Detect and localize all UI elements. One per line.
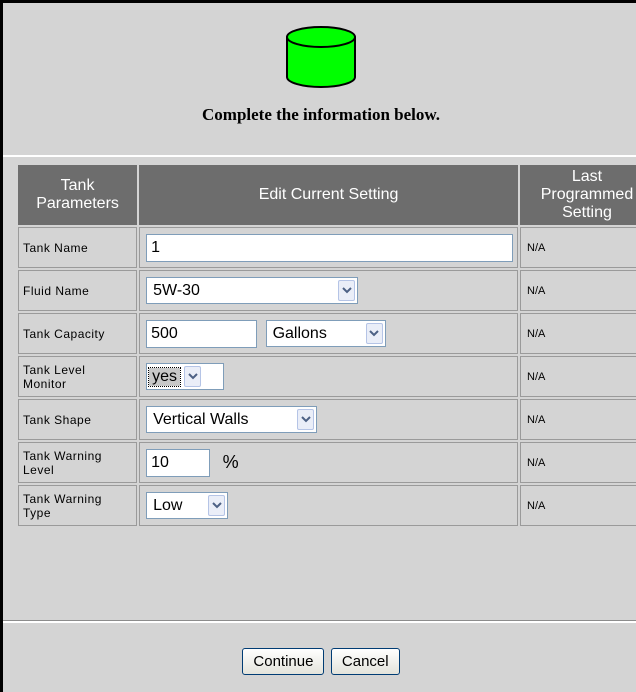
- divider-bottom: [3, 621, 636, 623]
- column-header-parameters-line2: Parameters: [36, 195, 119, 212]
- tank-shape-select[interactable]: Vertical Walls: [146, 406, 318, 433]
- header-area: Complete the information below.: [3, 3, 636, 155]
- tank-level-monitor-select[interactable]: yes: [146, 363, 225, 390]
- row-label-tank-shape: Tank Shape: [18, 399, 138, 440]
- row-label-tank-warning-type: Tank Warning Type: [18, 485, 138, 526]
- row-label-line1: Tank Warning: [23, 491, 102, 506]
- table-row: Tank Warning Type Low N/A: [18, 485, 636, 526]
- edit-cell: Vertical Walls: [139, 399, 518, 440]
- form-panel: Complete the information below. Tank Par…: [0, 0, 636, 692]
- divider-top: [3, 155, 636, 157]
- row-label-tank-capacity: Tank Capacity: [18, 313, 138, 354]
- last-setting-value: N/A: [520, 442, 636, 483]
- tank-name-input[interactable]: 1: [146, 233, 514, 262]
- row-label-fluid-name: Fluid Name: [18, 270, 138, 311]
- fluid-name-select-value: 5W-30: [153, 281, 200, 299]
- last-setting-value: N/A: [520, 356, 636, 397]
- column-header-last: Last Programmed Setting: [520, 165, 636, 225]
- fluid-name-select[interactable]: 5W-30: [146, 277, 359, 304]
- button-bar: Continue Cancel: [3, 648, 636, 675]
- last-setting-value: N/A: [520, 485, 636, 526]
- edit-cell: yes: [139, 356, 518, 397]
- column-header-parameters: Tank Parameters: [18, 165, 138, 225]
- table-row: Tank Warning Level 10 % N/A: [18, 442, 636, 483]
- chevron-down-icon[interactable]: [365, 323, 383, 344]
- capacity-unit-select-value: Gallons: [272, 324, 327, 342]
- table-row: Tank Capacity 500 Gallons N/A: [18, 313, 636, 354]
- tank-warning-type-select[interactable]: Low: [146, 492, 229, 519]
- cancel-button[interactable]: Cancel: [330, 648, 400, 675]
- chevron-down-icon[interactable]: [338, 280, 356, 301]
- row-label-line2: Level: [23, 462, 55, 477]
- table-row: Tank Shape Vertical Walls N/A: [18, 399, 636, 440]
- row-label-line1: Tank Level: [23, 362, 86, 377]
- chevron-down-icon[interactable]: [297, 409, 315, 430]
- edit-cell: Low: [139, 485, 518, 526]
- tank-level-monitor-select-value: yes: [148, 366, 182, 387]
- chevron-down-icon[interactable]: [184, 366, 202, 387]
- capacity-unit-select[interactable]: Gallons: [265, 320, 386, 347]
- row-label-line2: Monitor: [23, 376, 67, 391]
- continue-button[interactable]: Continue: [242, 648, 325, 675]
- last-setting-value: N/A: [520, 270, 636, 311]
- row-label-line2: Type: [23, 505, 52, 520]
- percent-label: %: [222, 452, 239, 472]
- column-header-last-line1: Last: [571, 168, 603, 185]
- last-setting-value: N/A: [520, 313, 636, 354]
- edit-cell: 500 Gallons: [139, 313, 518, 354]
- tank-shape-select-value: Vertical Walls: [153, 410, 249, 428]
- row-label-tank-warning-level: Tank Warning Level: [18, 442, 138, 483]
- edit-cell: 5W-30: [139, 270, 518, 311]
- row-label-line1: Tank Warning: [23, 448, 102, 463]
- tank-parameters-table: Tank Parameters Edit Current Setting Las…: [16, 163, 636, 528]
- tank-icon: [286, 26, 356, 88]
- chevron-down-icon[interactable]: [208, 495, 226, 516]
- tank-capacity-input[interactable]: 500: [146, 319, 258, 348]
- tank-warning-type-select-value: Low: [153, 496, 183, 514]
- row-label-tank-name: Tank Name: [18, 227, 138, 268]
- page-heading: Complete the information below.: [202, 105, 440, 124]
- column-header-parameters-line1: Tank: [60, 177, 95, 194]
- last-setting-value: N/A: [520, 399, 636, 440]
- table-row: Fluid Name 5W-30 N/A: [18, 270, 636, 311]
- column-header-last-line2: Programmed: [540, 186, 634, 203]
- last-setting-value: N/A: [520, 227, 636, 268]
- edit-cell: 1: [139, 227, 518, 268]
- column-header-edit: Edit Current Setting: [139, 165, 518, 225]
- row-label-tank-level-monitor: Tank Level Monitor: [18, 356, 138, 397]
- table-row: Tank Name 1 N/A: [18, 227, 636, 268]
- column-header-last-line3: Setting: [562, 204, 612, 221]
- tank-warning-level-input[interactable]: 10: [146, 448, 211, 477]
- edit-cell: 10 %: [139, 442, 518, 483]
- table-row: Tank Level Monitor yes N/A: [18, 356, 636, 397]
